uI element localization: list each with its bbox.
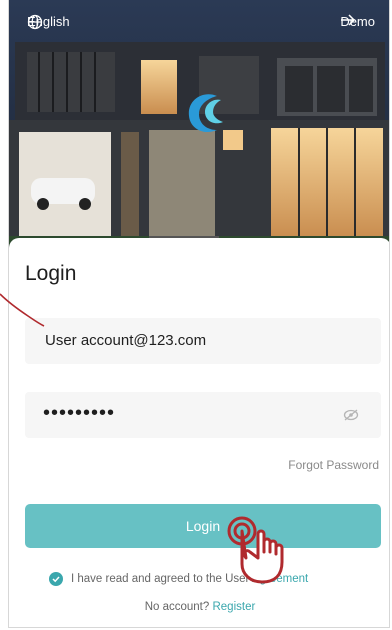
hero-image: English Demo <box>9 0 389 270</box>
account-input[interactable]: User account@123.com <box>25 318 381 364</box>
account-value: User account@123.com <box>45 332 207 349</box>
password-input[interactable]: ••••••••• <box>25 392 381 438</box>
page-title: Login <box>25 262 77 285</box>
arrow-right-icon <box>341 14 356 26</box>
eye-off-icon[interactable] <box>343 408 359 422</box>
top-bar: English Demo <box>9 0 389 44</box>
check-circle-icon[interactable] <box>49 572 63 586</box>
login-card: Login User account@123.com ••••••••• For… <box>9 238 389 627</box>
password-value: ••••••••• <box>43 402 116 424</box>
register-prompt: No account? <box>144 601 213 613</box>
language-selector[interactable]: English <box>27 14 70 30</box>
hand-pointer-icon <box>227 516 284 584</box>
register-link[interactable]: Register <box>212 601 255 613</box>
login-button[interactable]: Login <box>25 504 381 548</box>
register-row: No account? Register <box>9 601 389 613</box>
forgot-password-link[interactable]: Forgot Password <box>288 458 379 472</box>
annotation-callout <box>0 293 45 327</box>
globe-icon <box>27 14 43 30</box>
login-screen: English Demo Login User account@123.com … <box>8 0 390 628</box>
logo-icon <box>188 94 223 133</box>
demo-button[interactable]: Demo <box>340 14 375 29</box>
